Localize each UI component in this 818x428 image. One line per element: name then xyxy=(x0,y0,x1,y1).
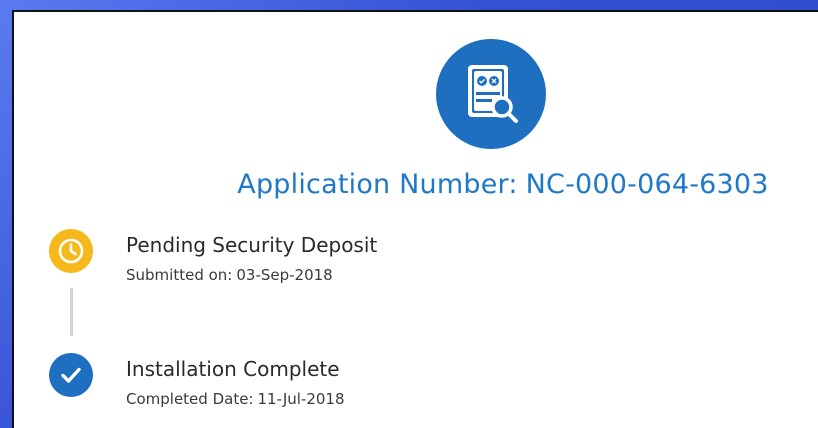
application-number-value: NC-000-064-6303 xyxy=(525,169,769,200)
checkmark-icon xyxy=(49,353,93,397)
step-date-label: Completed Date: xyxy=(126,390,254,408)
timeline-connector xyxy=(70,288,73,336)
step-date-line: Completed Date: 11-Jul-2018 xyxy=(126,390,345,408)
application-number-heading: Application Number: NC-000-064-6303 xyxy=(14,169,818,200)
step-date-value: 11-Jul-2018 xyxy=(257,390,345,408)
step-title: Installation Complete xyxy=(126,357,340,381)
application-status-card: Application Number: NC-000-064-6303 Pendi… xyxy=(12,10,818,428)
page-background: Application Number: NC-000-064-6303 Pendi… xyxy=(0,0,818,428)
step-title: Pending Security Deposit xyxy=(126,233,378,257)
application-number-label: Application Number: xyxy=(237,169,518,200)
step-date-label: Submitted on: xyxy=(126,266,233,284)
step-date-line: Submitted on: 03-Sep-2018 xyxy=(126,266,333,284)
application-search-icon xyxy=(436,39,546,149)
clock-icon xyxy=(49,229,93,273)
step-date-value: 03-Sep-2018 xyxy=(236,266,333,284)
